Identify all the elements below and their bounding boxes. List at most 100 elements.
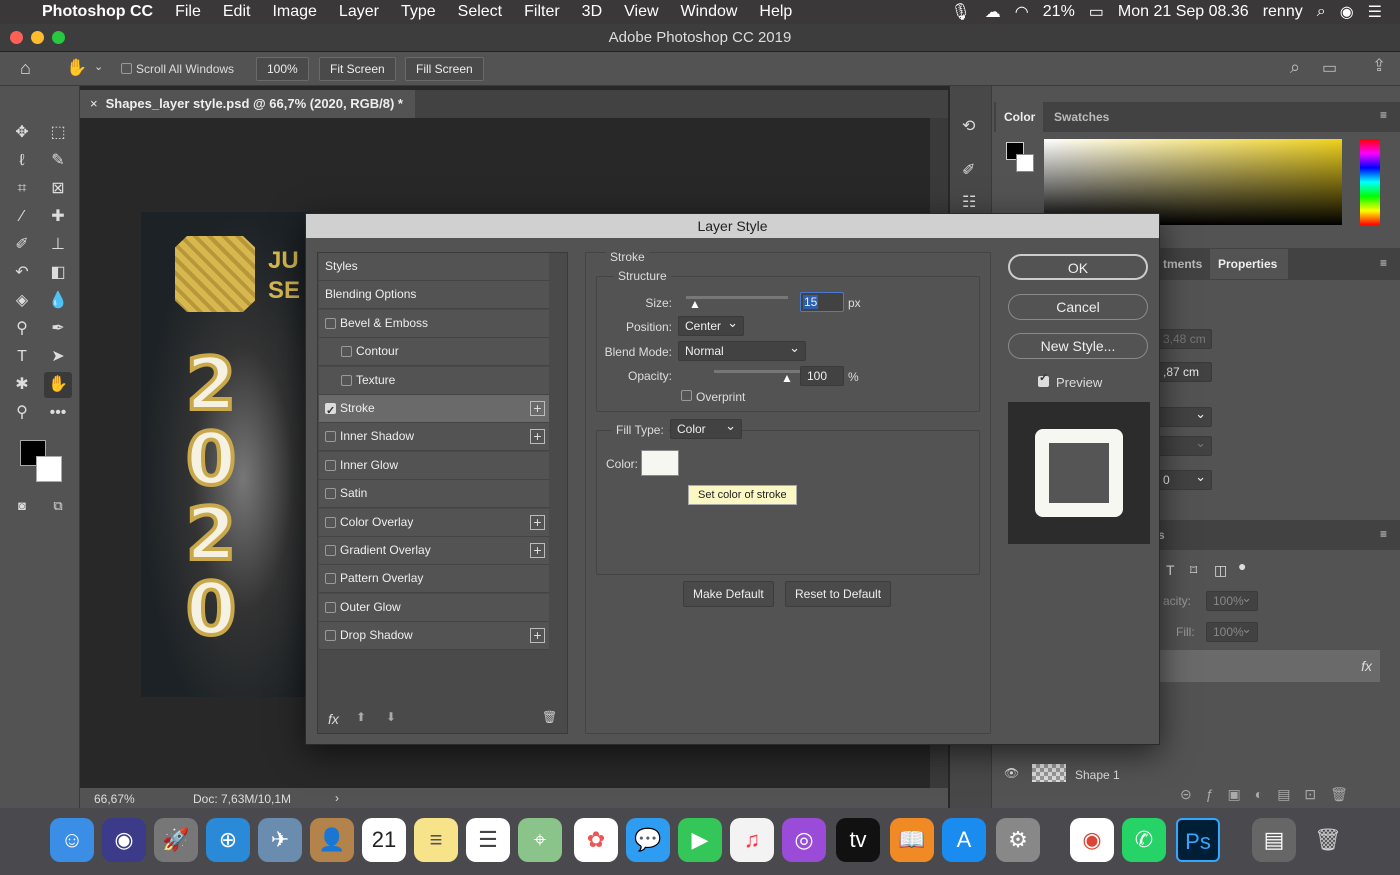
properties-sliders-icon[interactable]: ☷ <box>962 192 976 212</box>
style-checkbox[interactable] <box>325 601 336 613</box>
siri-icon[interactable]: ◉ <box>1340 2 1354 22</box>
menu-view[interactable]: View <box>624 3 658 21</box>
close-window-button[interactable] <box>10 31 23 44</box>
menu-type[interactable]: Type <box>401 3 436 21</box>
height-field[interactable]: ,87 cm <box>1156 362 1212 382</box>
add-effect-plus-icon[interactable]: + <box>530 401 545 416</box>
battery-percent[interactable]: 21% <box>1043 3 1075 21</box>
siri-icon[interactable]: ◉ <box>102 818 146 862</box>
clone-stamp-tool-icon[interactable]: ⊥ <box>44 232 72 258</box>
document-tab[interactable]: × Shapes_layer style.psd @ 66,7% (2020, R… <box>80 90 415 118</box>
share-icon[interactable]: ⇪ <box>1372 56 1386 76</box>
menu-app[interactable]: Photoshop CC <box>42 3 153 21</box>
wifi-icon[interactable]: ◠ <box>1015 2 1029 22</box>
podcasts-icon[interactable]: ◎ <box>782 818 826 862</box>
preview-label[interactable]: Preview <box>1056 375 1102 390</box>
apple-tv-icon[interactable]: tv <box>836 818 880 862</box>
calendar-icon[interactable]: 21 <box>362 818 406 862</box>
crop-tool-icon[interactable]: ⌗ <box>8 176 36 202</box>
menu-file[interactable]: File <box>175 3 201 21</box>
minimize-window-button[interactable] <box>31 31 44 44</box>
style-row-gradient-overlay[interactable]: Gradient Overlay + <box>319 537 549 565</box>
shape-tool-icon[interactable]: ✱ <box>8 372 36 398</box>
cancel-button[interactable]: Cancel <box>1008 294 1148 320</box>
search-icon[interactable]: ⌕ <box>1290 57 1300 78</box>
launchpad-icon[interactable]: 🚀 <box>154 818 198 862</box>
zoom-level[interactable]: 66,67% <box>94 792 135 806</box>
style-row-inner-glow[interactable]: Inner Glow <box>319 451 549 480</box>
style-checkbox[interactable] <box>325 516 336 528</box>
brush-tool-icon[interactable]: ✐ <box>8 232 36 258</box>
blend-mode-select[interactable]: Normal <box>678 339 806 361</box>
home-icon[interactable]: ⌂ <box>20 58 31 79</box>
move-tool-icon[interactable]: ✥ <box>8 120 36 146</box>
menu-layer[interactable]: Layer <box>339 3 379 21</box>
hand-tool-icon[interactable]: ✋ <box>66 58 87 78</box>
preview-checkbox[interactable] <box>1038 371 1049 387</box>
shape-filter-icon[interactable]: ⌑ <box>1190 562 1197 579</box>
style-row-blending-options[interactable]: Blending Options <box>319 281 549 310</box>
style-row-contour[interactable]: Contour <box>319 338 549 367</box>
opacity-slider-thumb[interactable]: ▲ <box>781 371 793 385</box>
blur-tool-icon[interactable]: 💧 <box>44 288 72 314</box>
quick-select-tool-icon[interactable]: ✎ <box>44 148 72 174</box>
type-tool-icon[interactable]: T <box>8 344 36 370</box>
whatsapp-icon[interactable]: ✆ <box>1122 818 1166 862</box>
style-checkbox[interactable] <box>341 346 352 358</box>
menu-select[interactable]: Select <box>458 3 502 21</box>
app-store-icon[interactable]: A <box>942 818 986 862</box>
more-tools-icon[interactable]: ••• <box>44 400 72 426</box>
add-effect-plus-icon[interactable]: + <box>530 429 545 445</box>
style-checkbox[interactable] <box>325 431 336 443</box>
healing-brush-tool-icon[interactable]: ✚ <box>44 204 72 230</box>
make-default-button[interactable]: Make Default <box>683 581 774 607</box>
eyedropper-tool-icon[interactable]: ⁄ <box>8 204 36 230</box>
size-slider[interactable] <box>686 296 788 299</box>
style-checkbox[interactable] <box>325 545 336 556</box>
fill-type-select[interactable]: Color <box>670 417 742 439</box>
scroll-all-checkbox[interactable] <box>121 63 132 74</box>
delete-effect-icon[interactable]: 🗑 <box>542 710 557 724</box>
frame-tool-icon[interactable]: ⊠ <box>44 176 72 202</box>
notes-icon[interactable]: ≡ <box>414 818 458 862</box>
microphone-icon[interactable]: 🎙 <box>950 2 970 22</box>
style-checkbox[interactable] <box>325 573 336 585</box>
style-row-drop-shadow[interactable]: Drop Shadow + <box>319 622 549 651</box>
properties-dropdown-2[interactable] <box>1156 434 1212 456</box>
lasso-tool-icon[interactable]: ℓ <box>8 148 36 174</box>
filter-toggle-icon[interactable]: ● <box>1238 558 1246 574</box>
panel-menu-icon[interactable]: ≡ <box>1380 527 1387 541</box>
brush-settings-icon[interactable]: ✐ <box>962 160 975 180</box>
layer-name[interactable]: Shape 1 <box>1075 768 1120 782</box>
eraser-tool-icon[interactable]: ◧ <box>44 260 72 286</box>
style-checkbox[interactable] <box>325 630 336 642</box>
notification-center-icon[interactable]: ☰ <box>1368 2 1382 22</box>
cloud-icon[interactable]: ☁ <box>985 2 1001 22</box>
style-checkbox[interactable] <box>325 398 336 425</box>
artwork-canvas[interactable]: JU SE 2 0 2 0 <box>141 212 311 697</box>
panel-menu-icon[interactable]: ≡ <box>1380 256 1387 270</box>
workspace-icon[interactable]: ▭ <box>1322 58 1337 78</box>
visibility-eye-icon[interactable]: 👁 <box>1004 766 1019 780</box>
downloads-stack-icon[interactable]: ▤ <box>1252 818 1296 862</box>
style-row-pattern-overlay[interactable]: Pattern Overlay <box>319 565 549 594</box>
opacity-field[interactable]: 100 <box>800 366 844 386</box>
new-style-button[interactable]: New Style... <box>1008 333 1148 359</box>
menu-edit[interactable]: Edit <box>223 3 251 21</box>
tab-color[interactable]: Color <box>996 102 1044 132</box>
overprint-label[interactable]: Overprint <box>696 390 745 404</box>
add-effect-fx-icon[interactable]: fx <box>328 711 339 727</box>
layer-row-selected[interactable]: fx <box>1160 650 1380 682</box>
books-icon[interactable]: 📖 <box>890 818 934 862</box>
user-name[interactable]: renny <box>1263 3 1303 21</box>
safari-icon[interactable]: ⊕ <box>206 818 250 862</box>
fit-screen-button[interactable]: Fit Screen <box>319 57 396 81</box>
hue-slider[interactable] <box>1360 139 1380 225</box>
zoom-window-button[interactable] <box>52 31 65 44</box>
reset-to-default-button[interactable]: Reset to Default <box>785 581 892 607</box>
tab-adjustments[interactable]: tments <box>1155 249 1210 279</box>
type-filter-icon[interactable]: T <box>1166 562 1175 578</box>
clock[interactable]: Mon 21 Sep 08.36 <box>1118 3 1249 21</box>
chrome-icon[interactable]: ◉ <box>1070 818 1114 862</box>
menu-image[interactable]: Image <box>272 3 316 21</box>
